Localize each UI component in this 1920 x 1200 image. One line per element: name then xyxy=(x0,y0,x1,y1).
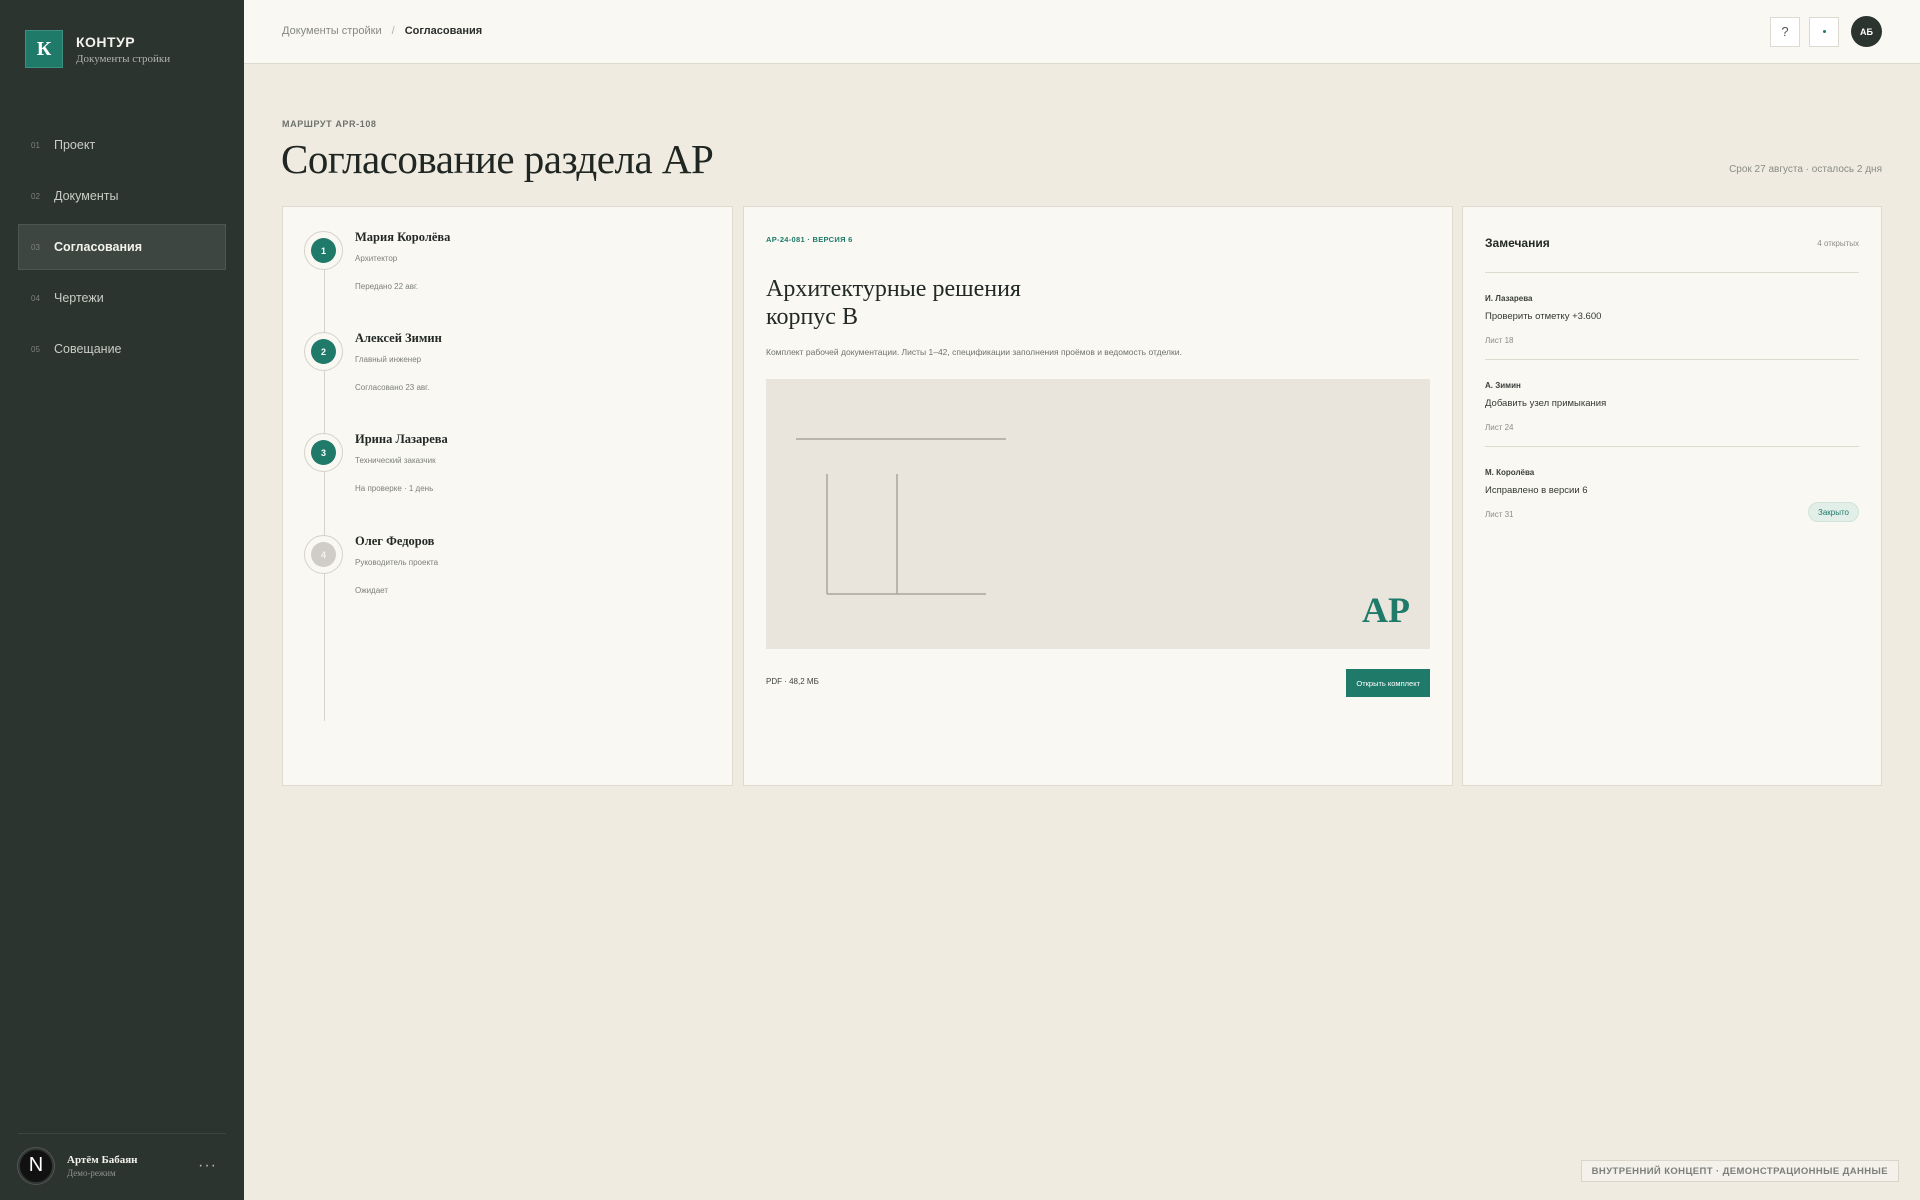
breadcrumb-separator: / xyxy=(391,25,395,37)
demo-data-tag: ВНУТРЕННИЙ КОНЦЕПТ · ДЕМОНСТРАЦИОННЫЕ ДА… xyxy=(1580,1160,1899,1182)
brand-name: КОНТУР xyxy=(76,33,136,50)
avatar[interactable]: N xyxy=(18,1147,54,1184)
step-name: Мария Королёва xyxy=(355,230,451,244)
step-role: Руководитель проекта xyxy=(355,558,439,567)
sidebar-item-label: Согласования xyxy=(54,240,143,254)
notification-dot-icon xyxy=(1822,30,1826,33)
remark-author: М. Королёва xyxy=(1485,468,1535,477)
step-indicator: 1 xyxy=(304,231,343,270)
sidebar-item-label: Документы xyxy=(54,189,119,203)
help-button[interactable]: ? xyxy=(1770,16,1800,47)
sidebar-user-text: Артём Бабаян Демо-режим xyxy=(67,1154,138,1178)
step-number: 2 xyxy=(311,339,336,364)
step-body: Ирина Лазарева Технический заказчик На п… xyxy=(355,432,448,493)
more-options-button[interactable]: ··· xyxy=(198,1157,217,1175)
sidebar-item-project[interactable]: 01 Проект xyxy=(18,122,226,168)
remark-sheet: Лист 31 xyxy=(1485,510,1514,519)
step-status: На проверке · 1 день xyxy=(355,484,434,493)
sidebar-item-label: Чертежи xyxy=(54,291,104,305)
brand-logo: К xyxy=(25,30,63,68)
step-body: Олег Федоров Руководитель проекта Ожидае… xyxy=(355,534,438,595)
timeline-line xyxy=(324,249,325,721)
remark-item[interactable]: И. Лазарева Проверить отметку +3.600 Лис… xyxy=(1485,272,1859,359)
document-title: Архитектурные решения корпус В xyxy=(766,275,1166,331)
remark-text: Добавить узел примыкания xyxy=(1485,398,1607,409)
step-name: Олег Федоров xyxy=(355,534,435,548)
step-role: Главный инженер xyxy=(355,355,422,364)
deadline-info: Срок 27 августа · осталось 2 дня xyxy=(1729,164,1882,175)
brand-text: КОНТУР Документы стройки xyxy=(76,34,170,65)
step-status: Передано 22 авг. xyxy=(355,282,419,291)
remarks-title: Замечания xyxy=(1485,236,1550,250)
sidebar-item-number: 04 xyxy=(31,293,40,303)
remark-item[interactable]: А. Зимин Добавить узел примыкания Лист 2… xyxy=(1485,359,1859,446)
step-indicator: 4 xyxy=(304,535,343,574)
document-title-line: Архитектурные решения xyxy=(766,276,1021,302)
document-file-info: PDF · 48,2 МБ xyxy=(766,677,819,686)
sidebar-nav: 01 Проект 02 Документы 03 Согласования 0… xyxy=(18,122,226,377)
remarks-card: Замечания 4 открытых И. Лазарева Провери… xyxy=(1462,206,1882,786)
page-title: Согласование раздела АР xyxy=(281,136,714,182)
route-code: МАРШРУТ APR-108 xyxy=(282,119,377,129)
step-indicator: 2 xyxy=(304,332,343,371)
step-status: Согласовано 23 авг. xyxy=(355,383,430,392)
remark-sheet: Лист 18 xyxy=(1485,336,1514,345)
document-code: АР-24-081 · ВЕРСИЯ 6 xyxy=(766,235,853,244)
remark-sheet: Лист 24 xyxy=(1485,423,1514,432)
step-number: 4 xyxy=(311,542,336,567)
user-mode: Демо-режим xyxy=(67,1167,116,1178)
sidebar-item-meeting[interactable]: 05 Совещание xyxy=(18,326,226,372)
step-role: Технический заказчик xyxy=(355,456,436,465)
step-name: Ирина Лазарева xyxy=(355,432,448,446)
top-actions: ? АБ xyxy=(1770,16,1882,47)
breadcrumb-current: Согласования xyxy=(404,25,483,37)
preview-section-mark: АР xyxy=(1362,590,1410,630)
step-number: 3 xyxy=(311,440,336,465)
step-number: 1 xyxy=(311,238,336,263)
notifications-button[interactable] xyxy=(1809,16,1839,47)
sidebar-item-number: 05 xyxy=(31,344,40,354)
step-status: Ожидает xyxy=(355,586,389,595)
question-icon: ? xyxy=(1781,24,1789,39)
status-badge: Закрыто xyxy=(1807,502,1859,522)
open-set-button[interactable]: Открыть комплект xyxy=(1346,669,1430,697)
step-name: Алексей Зимин xyxy=(355,331,442,345)
document-title-line: корпус В xyxy=(766,304,858,330)
breadcrumb-link[interactable]: Документы стройки xyxy=(282,25,382,37)
document-description: Комплект рабочей документации. Листы 1–4… xyxy=(766,347,1182,357)
avatar[interactable]: АБ xyxy=(1851,16,1882,47)
document-card: АР-24-081 · ВЕРСИЯ 6 Архитектурные решен… xyxy=(743,206,1453,786)
sidebar-item-number: 01 xyxy=(31,140,40,150)
step-role: Архитектор xyxy=(355,254,398,263)
user-name: Артём Бабаян xyxy=(67,1153,138,1166)
remark-author: И. Лазарева xyxy=(1485,294,1533,303)
sidebar-item-label: Проект xyxy=(54,138,96,152)
document-preview[interactable]: АР xyxy=(766,379,1430,649)
brand-subtitle: Документы стройки xyxy=(76,52,171,65)
remark-author: А. Зимин xyxy=(1485,381,1521,390)
brand[interactable]: К КОНТУР Документы стройки xyxy=(25,30,170,68)
topbar: Документы стройки / Согласования ? АБ xyxy=(244,0,1920,64)
sidebar-item-number: 02 xyxy=(31,191,40,201)
sidebar-user: N Артём Бабаян Демо-режим ··· xyxy=(18,1133,226,1189)
step-body: Алексей Зимин Главный инженер Согласован… xyxy=(355,331,442,392)
step-body: Мария Королёва Архитектор Передано 22 ав… xyxy=(355,230,450,291)
sidebar-item-approvals[interactable]: 03 Согласования xyxy=(18,224,226,270)
remark-text: Исправлено в версии 6 xyxy=(1485,485,1588,496)
sidebar: К КОНТУР Документы стройки 01 Проект 02 … xyxy=(0,0,244,1200)
remark-text: Проверить отметку +3.600 xyxy=(1485,311,1602,322)
sidebar-item-documents[interactable]: 02 Документы xyxy=(18,173,226,219)
remarks-count: 4 открытых xyxy=(1817,239,1859,248)
sidebar-item-drawings[interactable]: 04 Чертежи xyxy=(18,275,226,321)
sidebar-item-label: Совещание xyxy=(54,342,122,356)
breadcrumb: Документы стройки / Согласования xyxy=(282,25,482,37)
approval-route-card: 1 Мария Королёва Архитектор Передано 22 … xyxy=(282,206,733,786)
remark-item[interactable]: М. Королёва Исправлено в версии 6 Лист 3… xyxy=(1485,446,1859,533)
sidebar-item-number: 03 xyxy=(31,242,40,252)
step-indicator: 3 xyxy=(304,433,343,472)
drawing-sketch-icon xyxy=(796,438,1006,595)
